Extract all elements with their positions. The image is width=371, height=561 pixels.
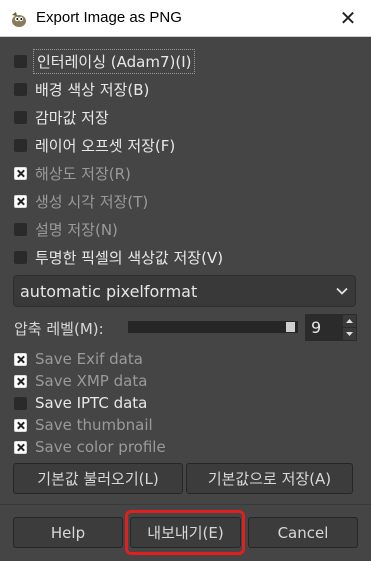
help-button[interactable]: Help xyxy=(13,517,123,548)
option-save-comment[interactable]: 설명 저장(N) xyxy=(14,218,118,240)
option-label: 배경 색상 저장(B) xyxy=(35,80,150,99)
checkbox[interactable] xyxy=(14,194,27,208)
slider-thumb[interactable] xyxy=(286,322,295,332)
option-label: 생성 시각 저장(T) xyxy=(35,192,149,211)
option-save-resolution[interactable]: 해상도 저장(R) xyxy=(14,162,131,184)
checkbox[interactable] xyxy=(14,250,27,264)
checkbox[interactable] xyxy=(14,82,27,96)
checkbox[interactable] xyxy=(14,166,27,180)
option-label: 레이어 오프셋 저장(F) xyxy=(35,136,176,155)
checkbox[interactable] xyxy=(14,374,27,388)
cancel-button[interactable]: Cancel xyxy=(248,517,358,548)
option-save-gamma[interactable]: 감마값 저장 xyxy=(14,106,109,128)
option-label: 해상도 저장(R) xyxy=(35,164,131,183)
option-save-color-profile[interactable]: Save color profile xyxy=(14,436,166,458)
checkbox[interactable] xyxy=(14,54,27,68)
option-interlacing[interactable]: 인터레이싱 (Adam7)(I) xyxy=(14,48,196,74)
option-label: 설명 저장(N) xyxy=(35,220,118,239)
spin-down-icon[interactable] xyxy=(343,328,356,340)
checkbox[interactable] xyxy=(14,110,27,124)
checkbox[interactable] xyxy=(14,352,27,366)
option-save-layer-offset[interactable]: 레이어 오프셋 저장(F) xyxy=(14,134,175,156)
option-label: Save color profile xyxy=(35,438,166,456)
option-save-creation-time[interactable]: 생성 시각 저장(T) xyxy=(14,190,148,212)
option-save-background[interactable]: 배경 색상 저장(B) xyxy=(14,78,149,100)
option-label: Save IPTC data xyxy=(35,394,148,412)
spin-up-icon[interactable] xyxy=(343,315,356,327)
compression-value[interactable]: 9 xyxy=(311,318,321,337)
save-defaults-button[interactable]: 기본값으로 저장(A) xyxy=(186,463,353,494)
checkbox[interactable] xyxy=(14,138,27,152)
checkbox[interactable] xyxy=(14,418,27,432)
checkbox[interactable] xyxy=(14,396,27,410)
compression-spinbox[interactable]: 9 xyxy=(305,314,357,341)
load-defaults-button[interactable]: 기본값 불러오기(L) xyxy=(13,463,183,494)
option-label: Save Exif data xyxy=(35,350,143,368)
compression-label: 압축 레벨(M): xyxy=(14,320,104,338)
pixelformat-dropdown[interactable]: automatic pixelformat xyxy=(13,275,356,307)
option-label: Save thumbnail xyxy=(35,416,153,434)
checkbox[interactable] xyxy=(14,222,27,236)
option-save-thumbnail[interactable]: Save thumbnail xyxy=(14,414,153,436)
option-label: 투명한 픽셀의 색상값 저장(V) xyxy=(35,248,224,267)
option-label: 감마값 저장 xyxy=(35,108,109,127)
chevron-down-icon xyxy=(336,287,348,295)
title-bar: Export Image as PNG ✕ xyxy=(0,0,371,37)
option-save-iptc[interactable]: Save IPTC data xyxy=(14,392,147,414)
option-label: Save XMP data xyxy=(35,372,148,390)
close-icon[interactable]: ✕ xyxy=(333,4,363,32)
option-label: 인터레이싱 (Adam7)(I) xyxy=(32,48,196,74)
window-title: Export Image as PNG xyxy=(36,9,182,26)
separator xyxy=(0,504,371,505)
export-button-highlight xyxy=(125,510,245,555)
option-save-transparent-color[interactable]: 투명한 픽셀의 색상값 저장(V) xyxy=(14,246,223,268)
compression-slider[interactable] xyxy=(128,321,298,333)
option-save-exif[interactable]: Save Exif data xyxy=(14,348,143,370)
gimp-icon xyxy=(12,12,26,27)
checkbox[interactable] xyxy=(14,440,27,454)
pixelformat-value: automatic pixelformat xyxy=(20,282,198,301)
option-save-xmp[interactable]: Save XMP data xyxy=(14,370,147,392)
